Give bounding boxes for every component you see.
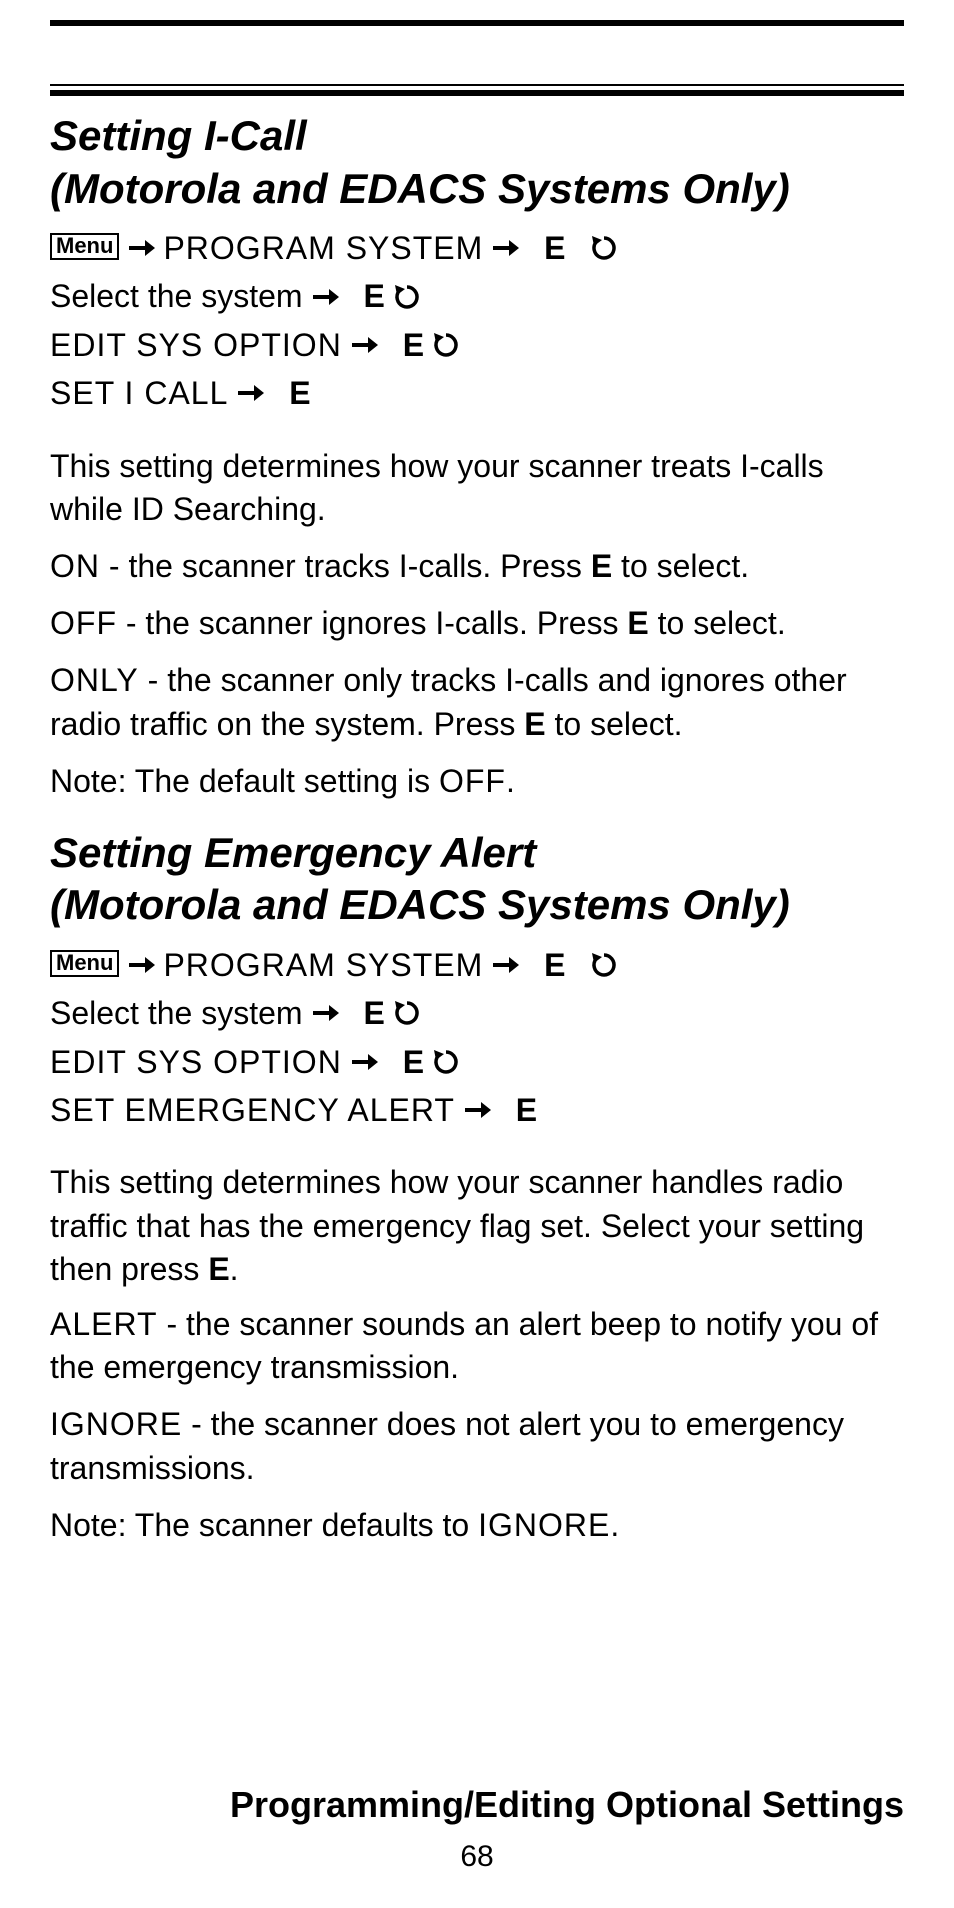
option-ignore-label: IGNORE [50,1406,182,1442]
arrow-right-icon [491,954,519,976]
e-key: E [544,942,565,988]
nav-line-4-b: SET EMERGENCY ALERT E [50,1087,904,1133]
rule-thick-2 [50,90,904,96]
nav-line-2: Select the system E [50,273,904,319]
section-1-title-line-2: (Motorola and EDACS Systems Only) [50,165,790,212]
e-key: E [363,273,384,319]
section-2-title-line-1: Setting Emergency Alert [50,829,536,876]
e-key: E [544,225,565,271]
rotate-icon [393,999,421,1027]
menu-key-box: Menu [50,233,119,260]
section-2-title: Setting Emergency Alert (Motorola and ED… [50,827,904,932]
note-val: OFF [439,763,506,799]
footer-section-title: Programming/Editing Optional Settings [50,1784,904,1826]
e-key: E [208,1251,229,1287]
section-2-intro: This setting determines how your scanner… [50,1161,904,1291]
nav-line-3-b: EDIT SYS OPTION E [50,1039,904,1085]
top-rule-group [50,20,904,96]
arrow-right-icon [491,237,519,259]
nav-line-4: SET I CALL E [50,370,904,416]
option-only-text: - the scanner only tracks I-calls and ig… [50,662,847,741]
e-key: E [591,548,612,584]
option-on: ON - the scanner tracks I-calls. Press E… [50,545,904,588]
nav-program-system: PROGRAM SYSTEM [163,942,483,988]
option-on-label: ON [50,548,100,584]
option-only-label: ONLY [50,662,139,698]
rotate-icon [393,283,421,311]
arrow-right-icon [350,1051,378,1073]
page-number: 68 [0,1840,954,1874]
note-pre: Note: The default setting is [50,763,439,799]
note-pre: Note: The scanner defaults to [50,1507,478,1543]
e-key: E [363,990,384,1036]
nav-program-system: PROGRAM SYSTEM [163,225,483,271]
menu-key-box: Menu [50,950,119,977]
nav-line-1-b: Menu PROGRAM SYSTEM E [50,942,904,988]
arrow-right-icon [311,286,339,308]
note-post: . [610,1507,619,1543]
rotate-icon [432,331,460,359]
section-2-intro-b: . [230,1251,239,1287]
option-off-label: OFF [50,605,117,641]
section-1-note: Note: The default setting is OFF. [50,760,904,803]
option-on-text-2: to select. [612,548,749,584]
option-off-text: - the scanner ignores I-calls. Press [117,605,627,641]
note-val: IGNORE [478,1507,610,1543]
section-1-title: Setting I-Call (Motorola and EDACS Syste… [50,110,904,215]
e-key: E [524,706,545,742]
rotate-icon [590,234,618,262]
arrow-right-icon [350,334,378,356]
option-on-text: - the scanner tracks I-calls. Press [100,548,591,584]
nav-line-3: EDIT SYS OPTION E [50,322,904,368]
arrow-right-icon [311,1002,339,1024]
section-1-intro: This setting determines how your scanner… [50,445,904,531]
e-key: E [403,1039,424,1085]
section-2-intro-a: This setting determines how your scanner… [50,1164,864,1286]
e-key: E [403,322,424,368]
nav-set-emergency-alert: SET EMERGENCY ALERT [50,1087,455,1133]
option-only-text-2: to select. [546,706,683,742]
option-ignore: IGNORE - the scanner does not alert you … [50,1403,904,1489]
e-key: E [627,605,648,641]
arrow-right-icon [127,237,155,259]
section-2-note: Note: The scanner defaults to IGNORE. [50,1504,904,1547]
option-off-text-2: to select. [649,605,786,641]
option-only: ONLY - the scanner only tracks I-calls a… [50,659,904,745]
arrow-right-icon [127,954,155,976]
nav-select-system: Select the system [50,273,303,319]
arrow-right-icon [463,1099,491,1121]
rotate-icon [432,1048,460,1076]
section-1-title-line-1: Setting I-Call [50,112,307,159]
e-key: E [289,370,310,416]
note-post: . [506,763,515,799]
arrow-right-icon [236,382,264,404]
e-key: E [516,1087,537,1133]
nav-edit-sys-option: EDIT SYS OPTION [50,322,342,368]
manual-page: Setting I-Call (Motorola and EDACS Syste… [0,0,954,1908]
rotate-icon [590,951,618,979]
nav-select-system: Select the system [50,990,303,1036]
nav-line-2-b: Select the system E [50,990,904,1036]
nav-line-1: Menu PROGRAM SYSTEM E [50,225,904,271]
section-2-title-line-2: (Motorola and EDACS Systems Only) [50,881,790,928]
option-alert-text: - the scanner sounds an alert beep to no… [50,1306,878,1385]
option-alert-label: ALERT [50,1306,158,1342]
nav-edit-sys-option: EDIT SYS OPTION [50,1039,342,1085]
option-off: OFF - the scanner ignores I-calls. Press… [50,602,904,645]
nav-set-i-call: SET I CALL [50,370,228,416]
option-alert: ALERT - the scanner sounds an alert beep… [50,1303,904,1389]
